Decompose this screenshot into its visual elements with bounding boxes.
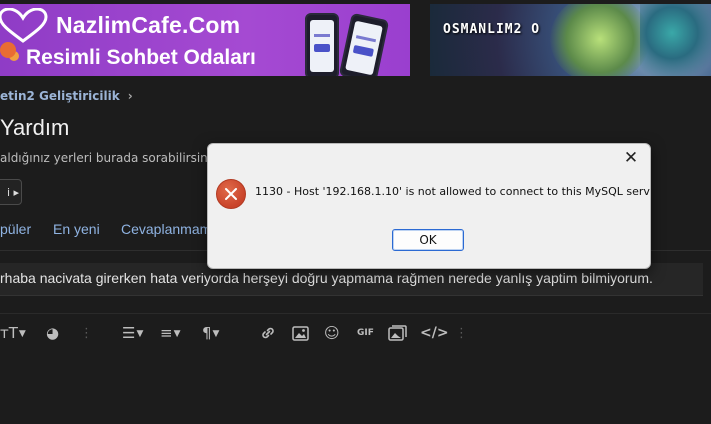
emoji-icon[interactable]: ☺ <box>324 322 340 344</box>
banner-title: NazlimCafe.Com <box>56 12 241 38</box>
flower-icon <box>0 42 16 58</box>
divider <box>0 313 711 314</box>
gif-icon[interactable]: GIF <box>357 322 374 344</box>
ok-button[interactable]: OK <box>392 229 464 251</box>
phone-image <box>338 12 390 76</box>
banner-glow <box>550 4 650 76</box>
phone-image <box>305 13 339 76</box>
page-description: aldığınız yerleri burada sorabilirsiniz. <box>0 151 222 165</box>
palette-icon[interactable]: ◕ <box>46 322 59 344</box>
more-icon[interactable]: ⋮ <box>80 326 93 341</box>
link-icon[interactable] <box>260 322 276 344</box>
dragon-image <box>640 4 711 76</box>
filter-button[interactable]: i ▸ <box>0 179 22 205</box>
breadcrumb[interactable]: etin2 Geliştiricilik › <box>0 89 133 103</box>
tab-newest[interactable]: En yeni <box>53 221 100 237</box>
breadcrumb-item[interactable]: etin2 Geliştiricilik <box>0 89 120 103</box>
paragraph-icon[interactable]: ¶▼ <box>202 322 219 344</box>
filter-button-label: i ▸ <box>7 186 20 199</box>
text-size-icon[interactable]: тT▼ <box>0 322 26 344</box>
heart-icon <box>0 8 48 43</box>
nazlimcafe-banner[interactable]: NazlimCafe.Com Resimli Sohbet Odaları <box>0 4 410 76</box>
error-icon <box>216 179 246 209</box>
banner-right-text: OSMANLIM2 O <box>443 22 541 37</box>
error-dialog: ✕ 1130 - Host '192.168.1.10' is not allo… <box>207 143 651 269</box>
banner-subtitle: Resimli Sohbet Odaları <box>26 46 256 69</box>
media-icon[interactable] <box>388 322 407 344</box>
chevron-right-icon: › <box>127 89 133 103</box>
error-message: 1130 - Host '192.168.1.10' is not allowe… <box>255 185 651 198</box>
post-text: rhaba nacivata girerken hata veriyorda h… <box>0 270 653 286</box>
align-icon[interactable]: ≡▼ <box>160 322 181 344</box>
tab-popular[interactable]: püler <box>0 221 31 237</box>
page-title: Yardım <box>0 115 70 140</box>
code-icon[interactable]: </> <box>420 322 449 344</box>
close-icon[interactable]: ✕ <box>620 148 642 168</box>
editor-toolbar: тT▼ ◕ ⋮ ☰▼ ≡▼ ¶▼ ☺ GIF </> ⋮ <box>0 322 711 346</box>
image-icon[interactable] <box>292 322 309 344</box>
more-icon[interactable]: ⋮ <box>455 326 468 341</box>
osmanlim2-banner[interactable]: OSMANLIM2 O <box>430 4 711 76</box>
list-icon[interactable]: ☰▼ <box>122 322 143 344</box>
